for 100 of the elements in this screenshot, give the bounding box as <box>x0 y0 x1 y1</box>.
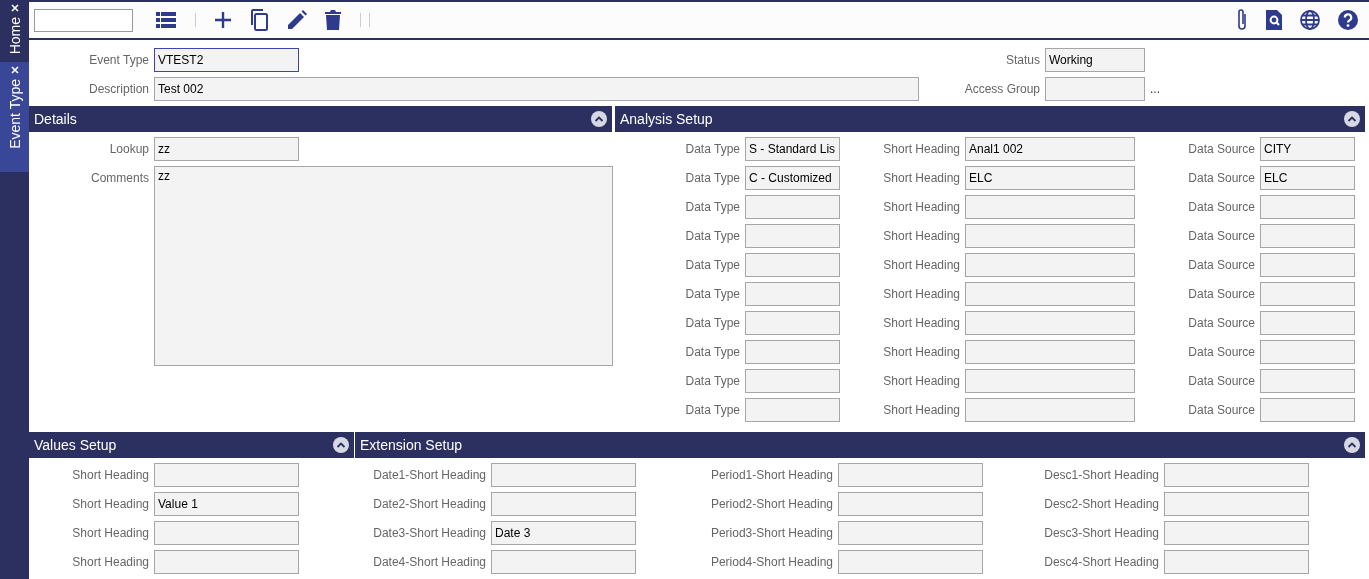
field-label: Lookup <box>108 141 149 158</box>
input-field[interactable]: C - Customized <box>745 166 840 190</box>
field-label: Short Heading <box>882 141 960 158</box>
input-field[interactable] <box>1260 253 1355 277</box>
input-field[interactable] <box>1260 224 1355 248</box>
collapse-icon[interactable] <box>1344 437 1360 453</box>
input-field[interactable] <box>838 463 983 487</box>
field-label: Short Heading <box>71 554 149 571</box>
input-field[interactable] <box>745 340 840 364</box>
input-field[interactable] <box>1164 521 1309 545</box>
field-label: Short Heading <box>71 525 149 542</box>
field-label: Period3-Short Heading <box>709 525 833 542</box>
input-field[interactable]: Date 3 <box>491 521 636 545</box>
field-label: Desc2-Short Heading <box>1043 496 1159 513</box>
input-field[interactable]: VTEST2 <box>154 48 299 72</box>
list-icon[interactable] <box>156 12 176 28</box>
input-field[interactable] <box>1260 195 1355 219</box>
input-field[interactable] <box>1164 463 1309 487</box>
field-label: Data Type <box>684 373 740 390</box>
search-field[interactable] <box>34 8 133 32</box>
input-field[interactable] <box>491 463 636 487</box>
field-label: Comments <box>90 170 149 187</box>
field-label: Data Type <box>684 344 740 361</box>
field-label: Short Heading <box>882 344 960 361</box>
section-title: Extension Setup <box>360 437 462 453</box>
field-label: Short Heading <box>71 467 149 484</box>
field-label: Data Type <box>684 315 740 332</box>
input-field[interactable] <box>1260 340 1355 364</box>
field-label: Short Heading <box>882 286 960 303</box>
input-field[interactable]: ELC <box>1260 166 1355 190</box>
input-field[interactable]: S - Standard Lis <box>745 137 840 161</box>
input-field[interactable]: Value 1 <box>154 492 299 516</box>
paperclip-icon[interactable] <box>1236 8 1248 32</box>
input-field[interactable] <box>1260 311 1355 335</box>
lookup-button[interactable]: ... <box>1150 77 1369 101</box>
input-field[interactable] <box>838 550 983 574</box>
input-field[interactable] <box>1260 369 1355 393</box>
field-label: Short Heading <box>71 496 149 513</box>
input-field[interactable] <box>1260 282 1355 306</box>
input-field[interactable] <box>965 253 1135 277</box>
input-field[interactable] <box>965 369 1135 393</box>
input-field[interactable] <box>965 224 1135 248</box>
field-label: Period2-Short Heading <box>709 496 833 513</box>
collapse-icon[interactable] <box>1344 111 1360 127</box>
field-label: Status <box>1004 52 1040 69</box>
input-field[interactable] <box>745 369 840 393</box>
document-search-icon[interactable] <box>1266 10 1282 30</box>
field-label: Event Type <box>88 52 149 69</box>
close-icon[interactable] <box>10 4 19 12</box>
input-field[interactable] <box>965 340 1135 364</box>
input-field[interactable] <box>838 492 983 516</box>
copy-icon[interactable] <box>249 9 269 31</box>
field-label: Description <box>87 81 149 98</box>
input-field[interactable] <box>745 253 840 277</box>
input-field[interactable] <box>1164 550 1309 574</box>
trash-icon[interactable] <box>325 10 341 30</box>
field-label: Access Group <box>963 81 1040 98</box>
sidebar-tab[interactable]: Home <box>0 0 29 62</box>
input-field[interactable] <box>1164 492 1309 516</box>
add-icon[interactable] <box>215 12 231 28</box>
input-field[interactable] <box>154 521 299 545</box>
input-field[interactable] <box>965 195 1135 219</box>
input-field[interactable] <box>154 463 299 487</box>
close-icon[interactable] <box>10 66 19 74</box>
input-field[interactable] <box>1045 77 1145 101</box>
input-field[interactable] <box>965 282 1135 306</box>
field-label: Data Source <box>1187 257 1255 274</box>
input-field[interactable] <box>491 550 636 574</box>
input-field[interactable]: Anal1 002 <box>965 137 1135 161</box>
input-field[interactable]: ELC <box>965 166 1135 190</box>
comments-field[interactable]: zz <box>154 166 613 366</box>
input-field[interactable] <box>745 311 840 335</box>
sidebar-tab[interactable]: Event Type <box>0 62 29 172</box>
field-label: Date2-Short Heading <box>372 496 486 513</box>
input-field[interactable] <box>745 398 840 422</box>
input-field[interactable] <box>745 195 840 219</box>
input-field[interactable] <box>965 398 1135 422</box>
input-field[interactable] <box>745 224 840 248</box>
input-field[interactable] <box>745 282 840 306</box>
collapse-icon[interactable] <box>591 111 607 127</box>
input-field[interactable]: Test 002 <box>154 77 919 101</box>
field-label: Short Heading <box>882 315 960 332</box>
field-label: Data Type <box>684 170 740 187</box>
input-field[interactable] <box>965 311 1135 335</box>
globe-icon[interactable] <box>1300 10 1320 30</box>
input-field[interactable]: CITY <box>1260 137 1355 161</box>
input-field[interactable] <box>1260 398 1355 422</box>
input-field[interactable] <box>154 550 299 574</box>
collapse-icon[interactable] <box>333 437 349 453</box>
field-label: Short Heading <box>882 199 960 216</box>
input-field[interactable]: Working <box>1045 48 1145 72</box>
input-field[interactable]: zz <box>154 137 299 161</box>
input-field[interactable] <box>838 521 983 545</box>
help-icon[interactable] <box>1338 10 1358 30</box>
input-field[interactable] <box>491 492 636 516</box>
field-label: Data Source <box>1187 141 1255 158</box>
field-label: Data Type <box>684 141 740 158</box>
pencil-icon[interactable] <box>287 10 307 30</box>
field-label: Data Type <box>684 402 740 419</box>
field-label: Desc3-Short Heading <box>1043 525 1159 542</box>
